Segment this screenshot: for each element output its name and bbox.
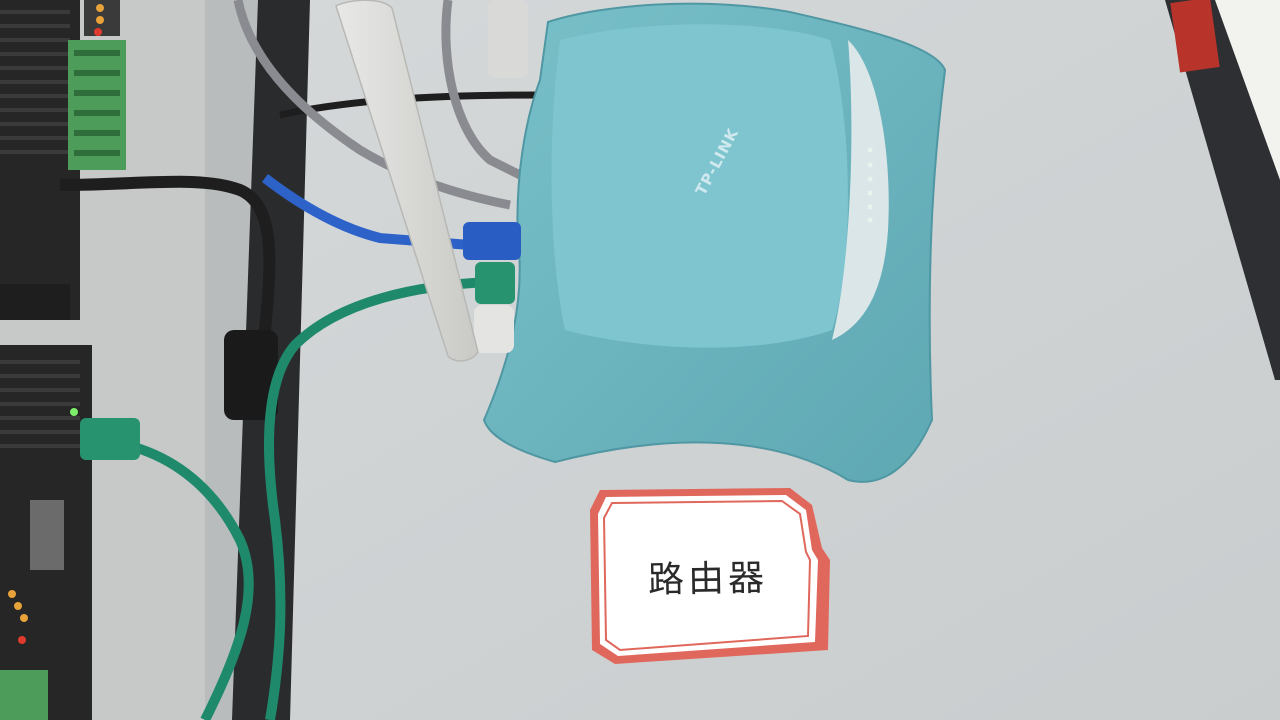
green-plug-router [475,262,515,304]
photo-scene [0,0,1280,720]
blue-plug [463,222,521,260]
green-plug-left [80,418,140,460]
white-connector [488,0,528,78]
antenna-base [474,305,514,353]
lower-device [0,345,92,720]
label-card-text: 路由器 [647,557,769,602]
